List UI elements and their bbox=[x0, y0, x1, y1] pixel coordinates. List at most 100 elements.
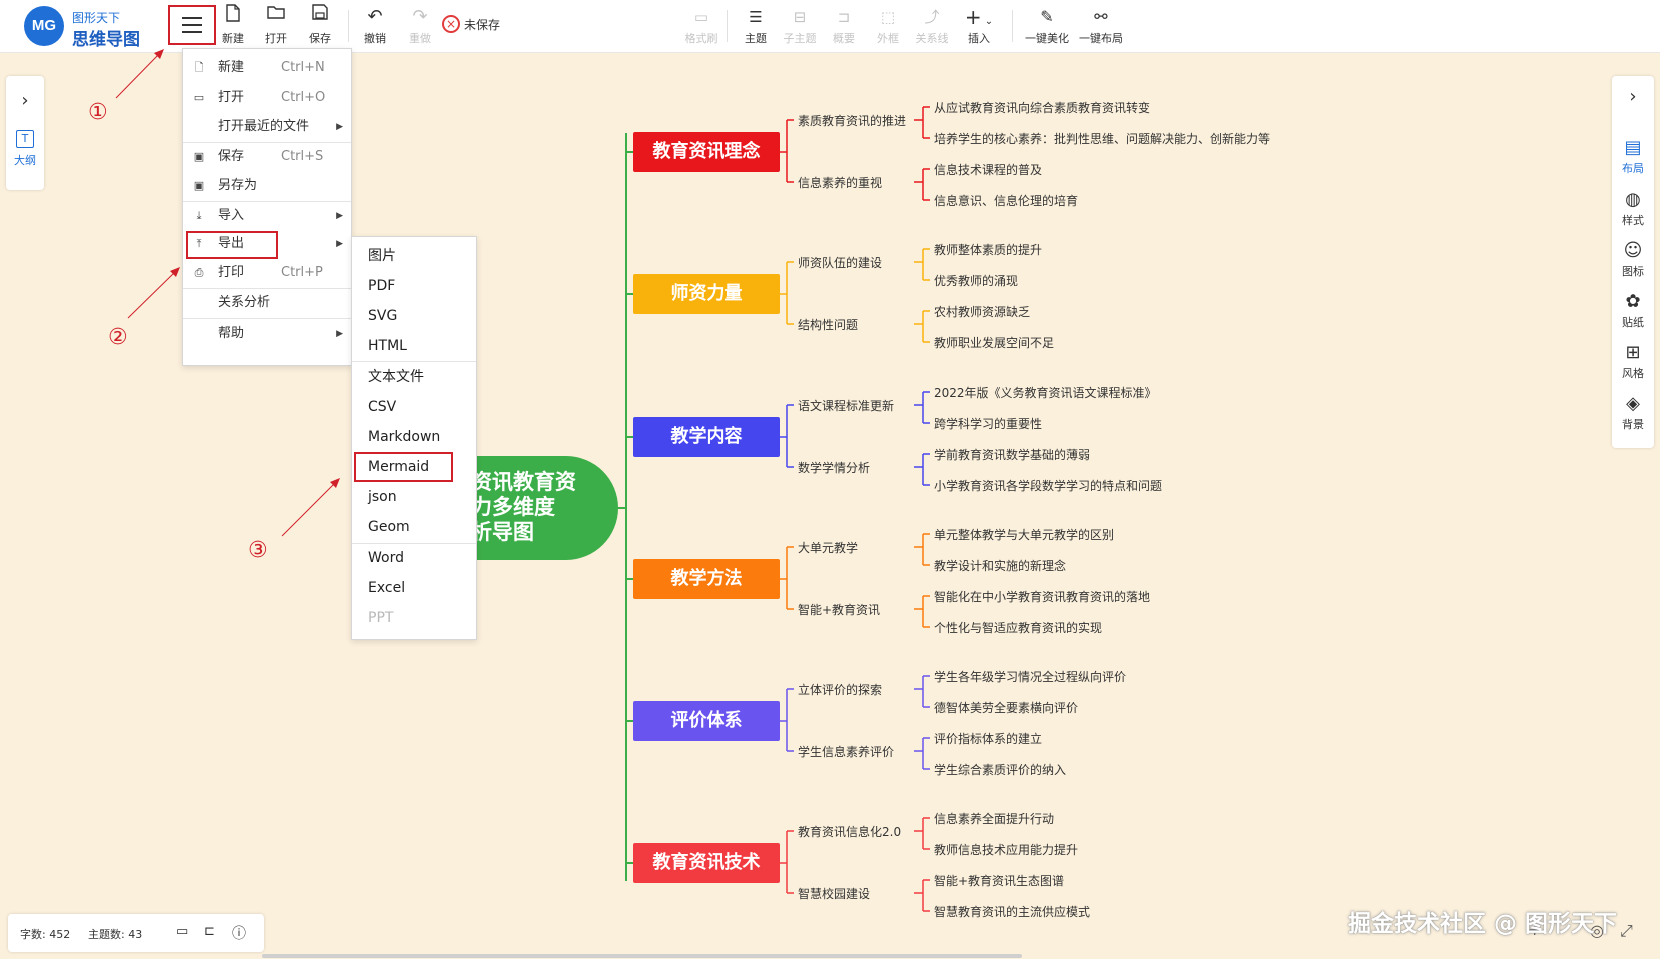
submenu-arrow-icon: ▶ bbox=[336, 122, 343, 132]
leaf-node[interactable]: 农村教师资源缺乏 bbox=[934, 303, 1030, 320]
panel-background-button[interactable]: ◈ 背景 bbox=[1612, 392, 1654, 432]
topic-node[interactable]: 教学内容 bbox=[633, 417, 780, 457]
subtopic-icon: ⊟ bbox=[793, 8, 807, 26]
leaf-node[interactable]: 评价指标体系的建立 bbox=[934, 730, 1042, 747]
fullscreen-icon[interactable]: ⤢ bbox=[1620, 921, 1633, 941]
subtopic-node[interactable]: 素质教育资讯的推进 bbox=[798, 112, 906, 129]
menu-item-import[interactable]: ⤓ 导入 ▶ bbox=[183, 201, 351, 231]
subtopic-node[interactable]: 数学学情分析 bbox=[798, 459, 870, 476]
leaf-node[interactable]: 小学教育资讯各学段数学学习的特点和问题 bbox=[934, 477, 1162, 494]
menu-item-relation-analysis[interactable]: 关系分析 bbox=[183, 288, 351, 318]
export-word[interactable]: Word bbox=[368, 543, 404, 573]
undo-button[interactable]: ↶ 撤销 bbox=[351, 4, 399, 48]
leaf-node[interactable]: 单元整体教学与大单元教学的区别 bbox=[934, 526, 1114, 543]
leaf-node[interactable]: 信息素养全面提升行动 bbox=[934, 810, 1054, 827]
subtopic-button[interactable]: ⊟ 子主题 bbox=[776, 4, 824, 48]
brand-name: 思维导图 bbox=[72, 30, 140, 50]
beautify-button[interactable]: ✎ 一键美化 bbox=[1021, 4, 1073, 48]
subtopic-node[interactable]: 大单元教学 bbox=[798, 539, 858, 556]
subtopic-node[interactable]: 信息素养的重视 bbox=[798, 174, 882, 191]
subtopic-node[interactable]: 师资队伍的建设 bbox=[798, 254, 882, 271]
export-mermaid[interactable]: Mermaid bbox=[368, 452, 429, 482]
panel-theme-button[interactable]: ⊞ 风格 bbox=[1612, 341, 1654, 381]
leaf-node[interactable]: 教师信息技术应用能力提升 bbox=[934, 841, 1078, 858]
relation-line-icon: ⤴ bbox=[924, 8, 940, 26]
export-excel[interactable]: Excel bbox=[368, 573, 405, 603]
redo-button[interactable]: ↷ 重做 bbox=[396, 4, 444, 48]
leaf-node[interactable]: 学生综合素质评价的纳入 bbox=[934, 761, 1066, 778]
auto-layout-button[interactable]: ⚯ 一键布局 bbox=[1075, 4, 1127, 48]
summary-button[interactable]: ⊐ 概要 bbox=[820, 4, 868, 48]
subtopic-node[interactable]: 语文课程标准更新 bbox=[798, 397, 894, 414]
chevron-right-icon[interactable]: › bbox=[1612, 86, 1654, 107]
save-button[interactable]: 保存 bbox=[296, 4, 344, 48]
leaf-node[interactable]: 信息技术课程的普及 bbox=[934, 161, 1042, 178]
leaf-node[interactable]: 智能化在中小学教育资讯教育资讯的落地 bbox=[934, 588, 1150, 605]
menu-item-new[interactable]: 🗋 新建 Ctrl+N bbox=[183, 53, 351, 83]
leaf-node[interactable]: 智慧教育资讯的主流供应模式 bbox=[934, 903, 1090, 920]
info-icon[interactable]: ⓘ bbox=[232, 923, 246, 943]
export-html[interactable]: HTML bbox=[368, 331, 407, 361]
leaf-node[interactable]: 2022年版《义务教育资讯语文课程标准》 bbox=[934, 384, 1157, 401]
export-pdf[interactable]: PDF bbox=[368, 271, 395, 301]
topic-node[interactable]: 教学方法 bbox=[633, 559, 780, 599]
leaf-node[interactable]: 教师职业发展空间不足 bbox=[934, 334, 1054, 351]
leaf-node[interactable]: 个性化与智适应教育资讯的实现 bbox=[934, 619, 1102, 636]
export-json[interactable]: json bbox=[368, 482, 397, 512]
insert-button[interactable]: + ⌄ 插入 bbox=[955, 4, 1003, 48]
subtopic-node[interactable]: 结构性问题 bbox=[798, 316, 858, 333]
new-button[interactable]: 新建 bbox=[209, 4, 257, 48]
leaf-node[interactable]: 教师整体素质的提升 bbox=[934, 241, 1042, 258]
outline-button[interactable]: T 大纲 bbox=[6, 130, 44, 180]
menu-item-print[interactable]: ⎙ 打印 Ctrl+P bbox=[183, 258, 351, 288]
open-button[interactable]: 打开 bbox=[252, 4, 300, 48]
new-label: 新建 bbox=[222, 32, 244, 45]
export-csv[interactable]: CSV bbox=[368, 392, 396, 422]
leaf-node[interactable]: 学生各年级学习情况全过程纵向评价 bbox=[934, 668, 1126, 685]
leaf-node[interactable]: 培养学生的核心素养：批判性思维、问题解决能力、创新能力等 bbox=[934, 130, 1270, 147]
export-markdown[interactable]: Markdown bbox=[368, 422, 440, 452]
outline-view-icon[interactable]: ⊏ bbox=[204, 924, 215, 939]
horizontal-scrollbar[interactable] bbox=[262, 954, 1022, 958]
panel-icon-button[interactable]: ☺ 图标 bbox=[1612, 239, 1654, 279]
menu-label: 关系分析 bbox=[218, 295, 271, 310]
topic-button[interactable]: ☰ 主题 bbox=[732, 4, 780, 48]
topic-node[interactable]: 评价体系 bbox=[633, 701, 780, 741]
topic-node[interactable]: 教育资讯理念 bbox=[633, 132, 780, 172]
menu-item-help[interactable]: 帮助 ▶ bbox=[183, 319, 351, 349]
export-geom[interactable]: Geom bbox=[368, 512, 410, 542]
menu-item-open-recent[interactable]: 打开最近的文件 ▶ bbox=[183, 112, 351, 142]
menu-item-save-as[interactable]: ▣ 另存为 bbox=[183, 171, 351, 201]
export-text-file[interactable]: 文本文件 bbox=[368, 362, 424, 392]
menu-item-save[interactable]: ▣ 保存 Ctrl+S bbox=[183, 142, 351, 172]
leaf-node[interactable]: 教学设计和实施的新理念 bbox=[934, 557, 1066, 574]
leaf-node[interactable]: 德智体美劳全要素横向评价 bbox=[934, 699, 1078, 716]
menu-item-open[interactable]: ▭ 打开 Ctrl+O bbox=[183, 83, 351, 113]
leaf-node[interactable]: 从应试教育资讯向综合素质教育资讯转变 bbox=[934, 99, 1150, 116]
leaf-node[interactable]: 智能+教育资讯生态图谱 bbox=[934, 872, 1064, 889]
leaf-node[interactable]: 优秀教师的涌现 bbox=[934, 272, 1018, 289]
menu-item-export[interactable]: ⤒ 导出 ▶ bbox=[183, 229, 351, 259]
export-svg[interactable]: SVG bbox=[368, 301, 397, 331]
topic-node[interactable]: 教育资讯技术 bbox=[633, 843, 780, 883]
subtopic-node[interactable]: 智能+教育资讯 bbox=[798, 601, 880, 618]
export-image[interactable]: 图片 bbox=[368, 241, 396, 271]
chevron-right-icon[interactable]: › bbox=[6, 90, 44, 111]
format-brush-button[interactable]: ▭ 格式刷 bbox=[677, 4, 725, 48]
frame-button[interactable]: ⬚ 外框 bbox=[864, 4, 912, 48]
leaf-node[interactable]: 信息意识、信息伦理的培育 bbox=[934, 192, 1078, 209]
panel-style-button[interactable]: ◍ 样式 bbox=[1612, 188, 1654, 228]
keyboard-icon[interactable]: ▭ bbox=[176, 924, 188, 939]
subtopic-node[interactable]: 智慧校园建设 bbox=[798, 885, 870, 902]
topic-node[interactable]: 师资力量 bbox=[633, 274, 780, 314]
subtopic-node[interactable]: 立体评价的探索 bbox=[798, 681, 882, 698]
leaf-node[interactable]: 学前教育资讯数学基础的薄弱 bbox=[934, 446, 1090, 463]
subtopic-node[interactable]: 学生信息素养评价 bbox=[798, 743, 894, 760]
panel-sticker-button[interactable]: ✿ 贴纸 bbox=[1612, 290, 1654, 330]
export-ppt[interactable]: PPT bbox=[368, 603, 393, 633]
leaf-node[interactable]: 跨学科学习的重要性 bbox=[934, 415, 1042, 432]
panel-layout-button[interactable]: ▤ 布局 bbox=[1612, 136, 1654, 176]
relation-button[interactable]: ⤴ 关系线 bbox=[908, 4, 956, 48]
subtopic-node[interactable]: 教育资讯信息化2.0 bbox=[798, 823, 901, 840]
frame-icon: ⬚ bbox=[880, 8, 896, 26]
